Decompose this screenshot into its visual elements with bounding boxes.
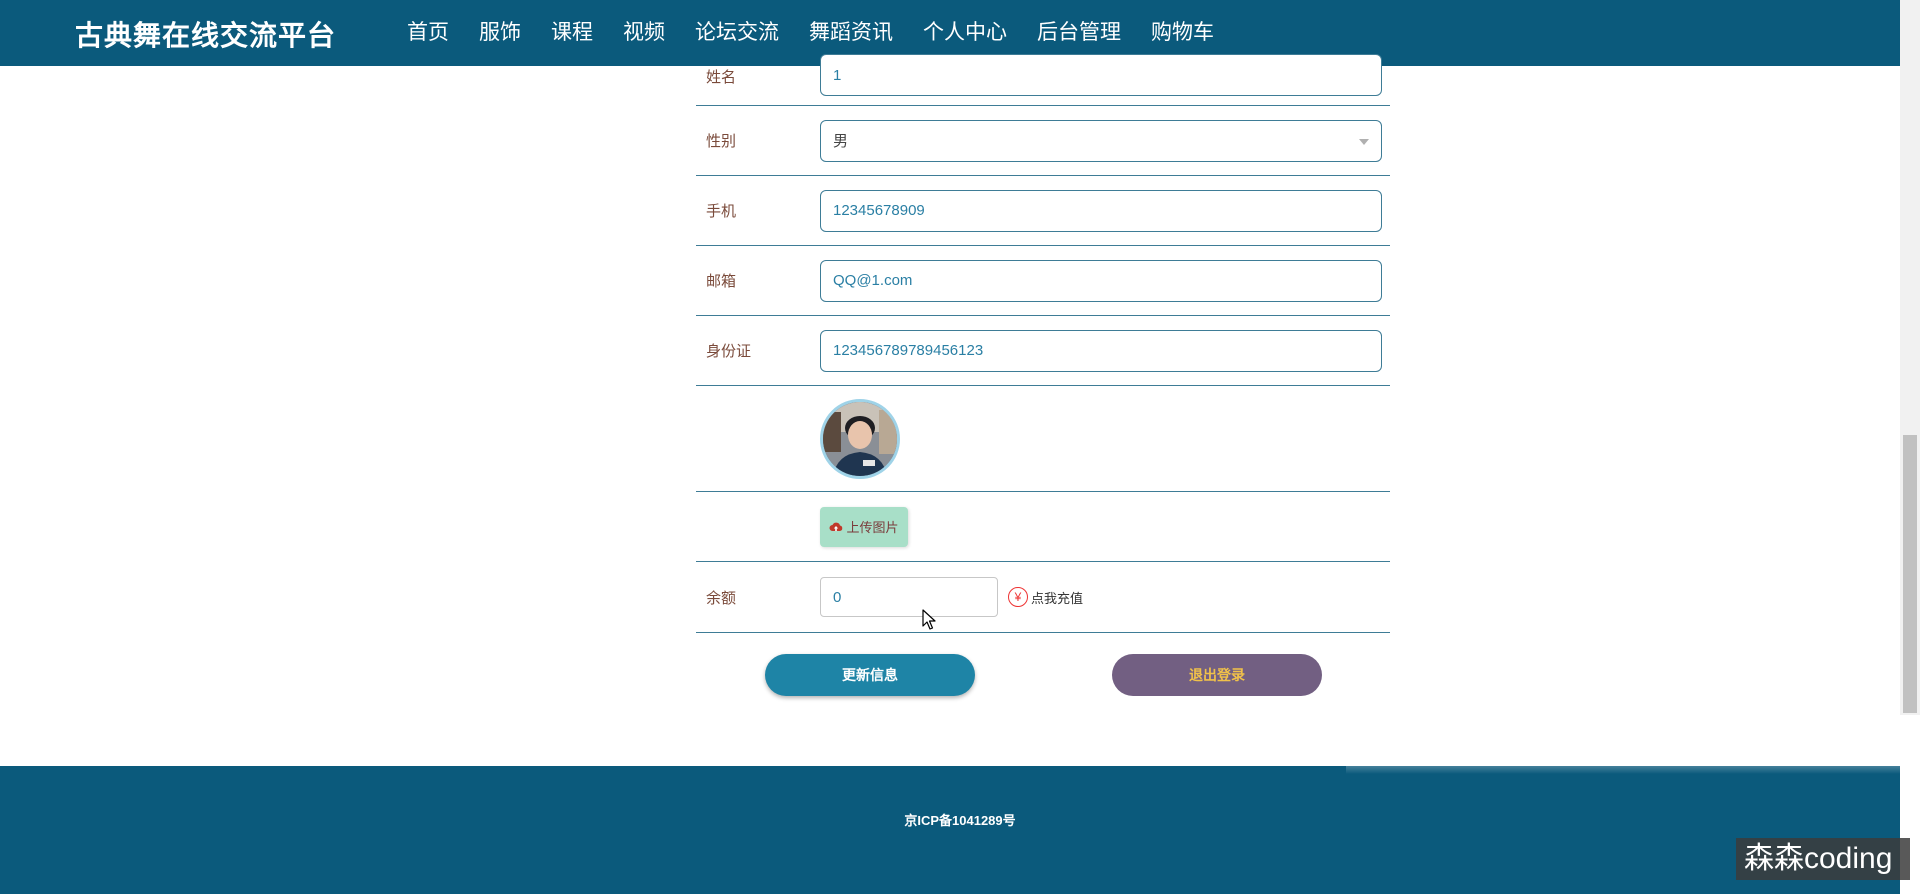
gender-select-value: 男 bbox=[833, 133, 849, 150]
id-card-label: 身份证 bbox=[706, 343, 752, 360]
nav-item-costumes[interactable]: 服饰 bbox=[464, 0, 536, 66]
upload-image-button[interactable]: 上传图片 bbox=[820, 506, 908, 547]
update-info-button[interactable]: 更新信息 bbox=[765, 654, 975, 696]
gender-label: 性别 bbox=[706, 133, 737, 150]
balance-label: 余额 bbox=[706, 589, 737, 607]
form-row-gender: 性别 男 bbox=[696, 106, 1390, 176]
nav-item-courses[interactable]: 课程 bbox=[536, 0, 608, 66]
recharge-link[interactable]: ¥ 点我充值 bbox=[1008, 587, 1083, 607]
mouse-cursor-icon bbox=[922, 609, 936, 630]
page-scrollbar[interactable] bbox=[1900, 0, 1920, 715]
scrollbar-thumb[interactable] bbox=[1903, 435, 1917, 713]
yen-icon: ¥ bbox=[1008, 587, 1028, 607]
chevron-down-icon bbox=[1359, 138, 1369, 145]
recharge-label: 点我充值 bbox=[1031, 590, 1084, 606]
logout-button[interactable]: 退出登录 bbox=[1112, 654, 1322, 696]
name-label: 姓名 bbox=[706, 69, 737, 86]
form-row-id-card: 身份证 bbox=[696, 316, 1390, 386]
balance-field[interactable] bbox=[820, 577, 998, 617]
form-row-name: 姓名 bbox=[696, 44, 1390, 106]
email-field[interactable] bbox=[820, 259, 1382, 302]
form-row-phone: 手机 bbox=[696, 176, 1390, 246]
gender-select[interactable]: 男 bbox=[820, 119, 1382, 162]
footer-fade bbox=[1346, 740, 1920, 774]
watermark: 森森coding bbox=[1736, 838, 1910, 880]
form-row-balance: 余额 ¥ 点我充值 bbox=[696, 562, 1390, 633]
form-row-email: 邮箱 bbox=[696, 246, 1390, 316]
profile-form: 姓名 性别 男 手机 邮箱 身份证 bbox=[696, 44, 1390, 633]
phone-field[interactable] bbox=[820, 189, 1382, 232]
upload-button-label: 上传图片 bbox=[846, 520, 899, 535]
cloud-upload-icon bbox=[829, 521, 843, 533]
site-title[interactable]: 古典舞在线交流平台 bbox=[75, 14, 336, 54]
name-field[interactable] bbox=[820, 54, 1382, 96]
form-row-upload: 上传图片 bbox=[696, 492, 1390, 562]
nav-item-videos[interactable]: 视频 bbox=[608, 0, 680, 66]
id-card-field[interactable] bbox=[820, 329, 1382, 372]
page: 古典舞在线交流平台 首页 服饰 课程 视频 论坛交流 舞蹈资讯 个人中心 后台管… bbox=[0, 0, 1920, 894]
avatar-image bbox=[823, 401, 897, 476]
nav-item-home[interactable]: 首页 bbox=[392, 0, 464, 66]
avatar bbox=[820, 398, 900, 479]
icp-record: 京ICP备1041289号 bbox=[904, 813, 1016, 828]
form-row-avatar bbox=[696, 386, 1390, 492]
email-label: 邮箱 bbox=[706, 273, 737, 290]
phone-label: 手机 bbox=[706, 203, 737, 220]
footer: 京ICP备1041289号 bbox=[0, 766, 1900, 894]
